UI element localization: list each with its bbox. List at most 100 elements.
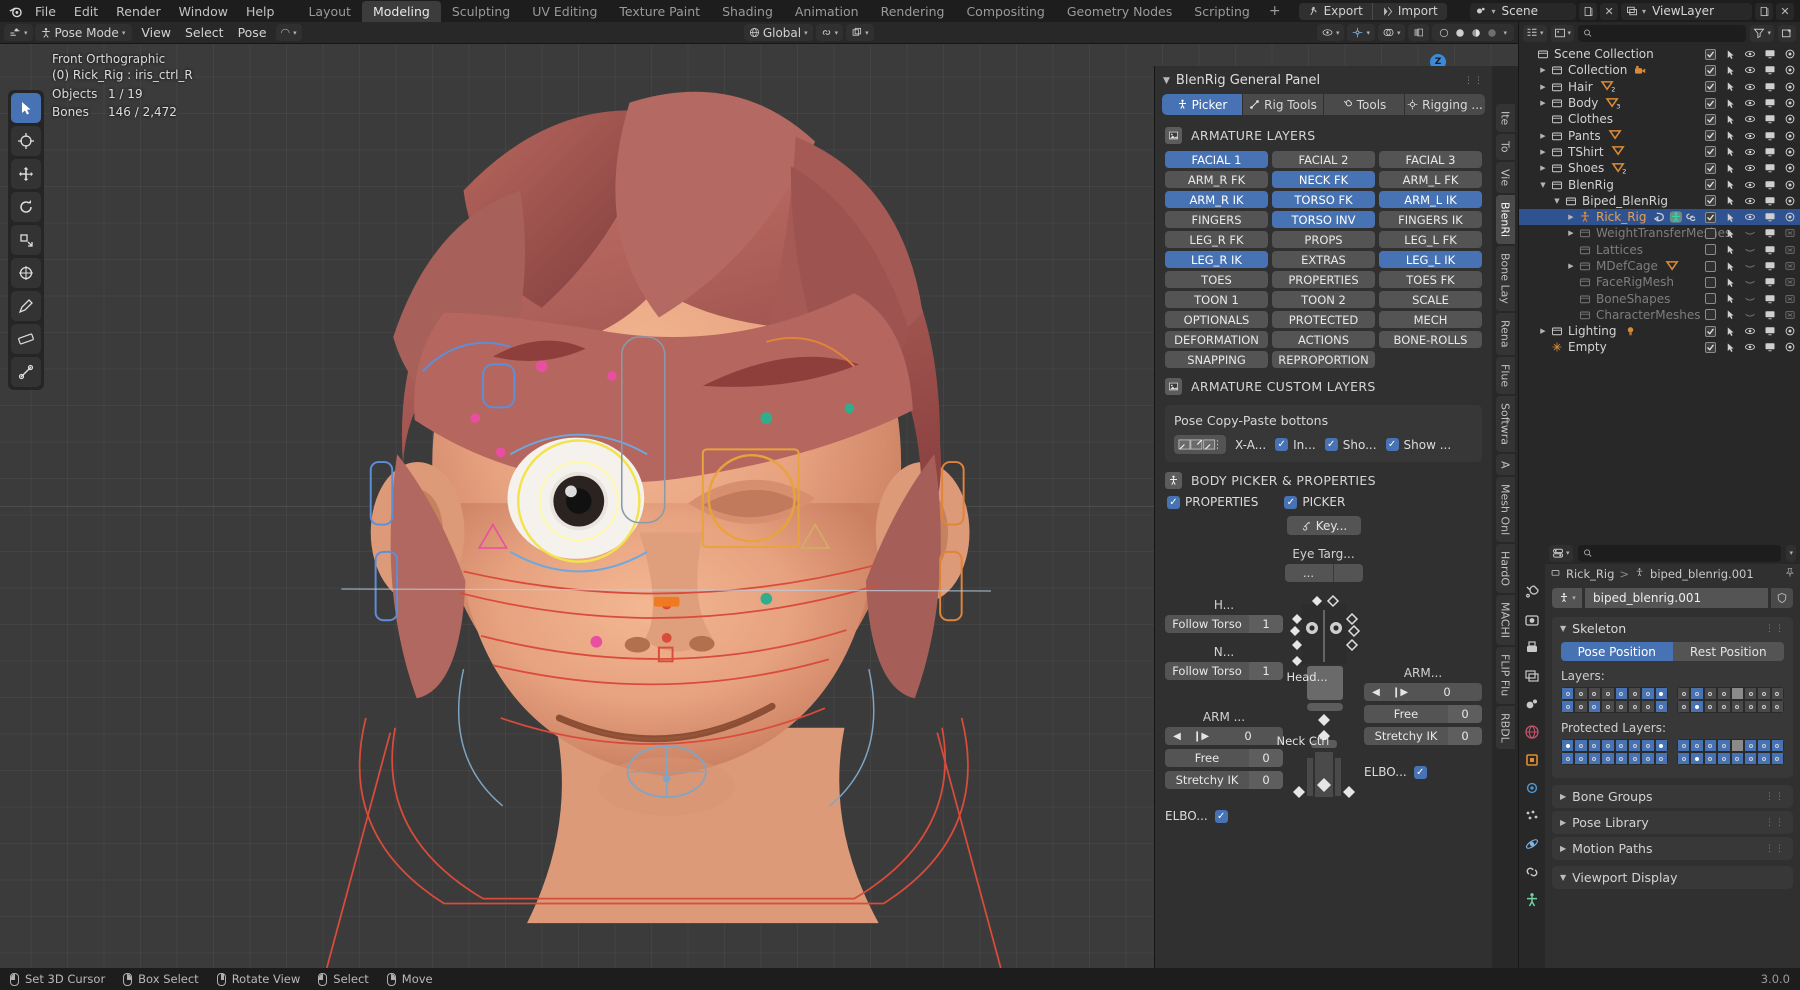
select-cursor-icon[interactable]: [1724, 276, 1736, 288]
properties-tab-physics[interactable]: [1523, 834, 1542, 853]
viewport-menu-select[interactable]: Select: [178, 25, 231, 40]
head-picker-label[interactable]: Head...: [1287, 670, 1328, 684]
layers-row2-left-cell-2[interactable]: [1587, 700, 1602, 713]
hide-eye-icon[interactable]: [1744, 146, 1756, 158]
outliner-row-toggles[interactable]: [1705, 276, 1796, 288]
body-picker-widget[interactable]: Head... Neck Ctrl: [1269, 590, 1379, 808]
disable-viewport-icon[interactable]: [1764, 195, 1776, 207]
outliner-filter-button[interactable]: ▾: [1750, 24, 1774, 42]
hide-eye-icon[interactable]: [1744, 179, 1756, 191]
select-cursor-icon[interactable]: [1724, 227, 1736, 239]
npanel-tab-flue[interactable]: Flue: [1495, 356, 1515, 394]
hide-eye-icon[interactable]: [1744, 325, 1756, 337]
transform-orientation-selector[interactable]: Global ▾: [743, 24, 813, 41]
skeleton-panel-header[interactable]: ▼ Skeleton ⋮⋮: [1552, 617, 1793, 640]
outliner-row-blenrig[interactable]: ▼ BlenRig: [1519, 176, 1800, 192]
eye-target-value-row[interactable]: ...: [1155, 564, 1492, 582]
visibility-dropdown[interactable]: ▾: [1316, 24, 1345, 41]
disable-viewport-icon[interactable]: [1764, 293, 1776, 305]
checkbox-checked-icon[interactable]: [1705, 64, 1716, 76]
blenrig-panel[interactable]: ▼ BlenRig General Panel ⋮⋮ Picker Rig Too…: [1154, 66, 1492, 968]
panel-bone-groups[interactable]: ▶ Bone Groups ⋮⋮: [1552, 785, 1793, 808]
disable-render-icon[interactable]: [1784, 130, 1796, 142]
properties-tab-world[interactable]: [1523, 722, 1542, 741]
npanel-tab-rbdl[interactable]: RBDL: [1495, 705, 1515, 750]
disable-viewport-icon[interactable]: [1764, 113, 1776, 125]
protected-row1-right-cell-6[interactable]: [1757, 739, 1771, 752]
protected-row1-right-cell-3[interactable]: [1717, 739, 1731, 752]
disable-render-icon[interactable]: [1784, 97, 1796, 109]
copy-paste-checkbox[interactable]: ✓ In...: [1275, 438, 1316, 452]
outliner-row-toggles[interactable]: [1705, 341, 1796, 353]
disable-viewport-icon[interactable]: [1764, 48, 1776, 60]
select-cursor-icon[interactable]: [1724, 325, 1736, 337]
outliner-row-toggles[interactable]: [1705, 325, 1796, 337]
armature-layer-torso-inv[interactable]: TORSO INV: [1272, 211, 1375, 228]
snap-toggle[interactable]: ▾: [815, 24, 844, 41]
protected-row1-right[interactable]: [1677, 739, 1784, 752]
protected-row2-right-cell-2[interactable]: [1703, 752, 1718, 765]
select-cursor-icon[interactable]: [1724, 64, 1736, 76]
armature-layers-toggle-grid[interactable]: [1561, 687, 1784, 713]
protected-row1-right-cell-7[interactable]: [1770, 739, 1784, 752]
disable-render-icon[interactable]: [1784, 81, 1796, 93]
properties-editor-type[interactable]: ▾: [1549, 544, 1573, 562]
disable-render-icon[interactable]: [1784, 195, 1796, 207]
disable-viewport-icon[interactable]: [1764, 227, 1776, 239]
xray-toggle[interactable]: [1408, 24, 1430, 41]
drag-handle[interactable]: ⋮⋮: [1765, 792, 1785, 802]
checkbox-unchecked-icon[interactable]: [1705, 260, 1716, 272]
checkbox-checked-icon[interactable]: [1705, 162, 1716, 174]
protected-row2-left-cell-1[interactable]: [1574, 752, 1588, 765]
hide-eye-icon[interactable]: [1744, 97, 1756, 109]
armature-layer-bone-rolls[interactable]: BONE-ROLLS: [1379, 331, 1482, 348]
properties-search-field[interactable]: [1595, 546, 1777, 560]
keying-set-button[interactable]: Key...: [1286, 516, 1361, 535]
chevron-left-icon[interactable]: ◀: [1165, 727, 1189, 745]
npanel-tab-hardo[interactable]: HardO: [1495, 544, 1515, 594]
eye-target-extra[interactable]: [1332, 564, 1363, 582]
disable-render-icon[interactable]: [1784, 309, 1796, 321]
layers-row1-left-cell-4[interactable]: [1614, 687, 1628, 700]
checkbox-checked-icon[interactable]: [1705, 179, 1716, 191]
npanel-tab-blenri[interactable]: BlenRi: [1495, 195, 1515, 245]
workspace-tab-sculpting[interactable]: Sculpting: [441, 1, 521, 22]
armature-layer-toes-fk[interactable]: TOES FK: [1379, 271, 1482, 288]
tweak-tool-icon[interactable]: [11, 93, 41, 123]
disclosure-triangle-icon[interactable]: ▶: [1537, 148, 1549, 156]
layers-row1-right[interactable]: [1677, 687, 1784, 700]
npanel-tab-a[interactable]: A: [1495, 453, 1515, 476]
select-cursor-icon[interactable]: [1724, 162, 1736, 174]
outliner-new-collection-button[interactable]: [1778, 24, 1796, 42]
layers-row2-right-cell-3[interactable]: [1717, 700, 1731, 713]
properties-checkbox[interactable]: ✓ PROPERTIES: [1167, 495, 1258, 509]
layers-row1-right-cell-3[interactable]: [1717, 687, 1731, 700]
layers-row1-left-cell-2[interactable]: [1587, 687, 1602, 700]
viewport-menu-view[interactable]: View: [134, 25, 178, 40]
cursor-tool-icon[interactable]: [11, 126, 41, 156]
disclosure-triangle-icon[interactable]: ▶: [1537, 99, 1549, 107]
select-cursor-icon[interactable]: [1724, 97, 1736, 109]
disable-viewport-icon[interactable]: [1764, 309, 1776, 321]
outliner-row-toggles[interactable]: [1705, 227, 1796, 239]
remove-viewlayer-button[interactable]: ✕: [1776, 2, 1794, 20]
armature-layer-reproportion[interactable]: REPROPORTION: [1272, 351, 1375, 368]
layers-row2-right-cell-6[interactable]: [1757, 700, 1771, 713]
layers-row1-left-cell-7[interactable]: [1654, 687, 1668, 700]
armature-layer-fingers-ik[interactable]: FINGERS IK: [1379, 211, 1482, 228]
outliner-row-charactermeshes[interactable]: CharacterMeshes: [1519, 307, 1800, 323]
eye-target-value[interactable]: ...: [1284, 564, 1333, 582]
armature-data-browse-button[interactable]: ▾: [1552, 588, 1582, 608]
viewlayer-selector[interactable]: ▾ ViewLayer: [1621, 2, 1752, 20]
outliner-display-mode[interactable]: ▾: [1550, 24, 1575, 42]
disclosure-triangle-icon[interactable]: ▶: [1565, 229, 1577, 237]
menu-edit[interactable]: Edit: [65, 2, 107, 21]
elbow-right-row[interactable]: ELBO... ✓: [1364, 765, 1482, 779]
blender-logo-icon[interactable]: [4, 2, 26, 20]
outliner-row-toggles[interactable]: [1705, 113, 1796, 125]
copy-paste-checkbox[interactable]: ✓ Sho...: [1324, 438, 1377, 452]
menu-file[interactable]: File: [26, 2, 65, 21]
hide-eye-icon[interactable]: [1744, 195, 1756, 207]
layers-row1-right-cell-2[interactable]: [1703, 687, 1718, 700]
layers-row2-right-cell-1[interactable]: [1690, 700, 1704, 713]
